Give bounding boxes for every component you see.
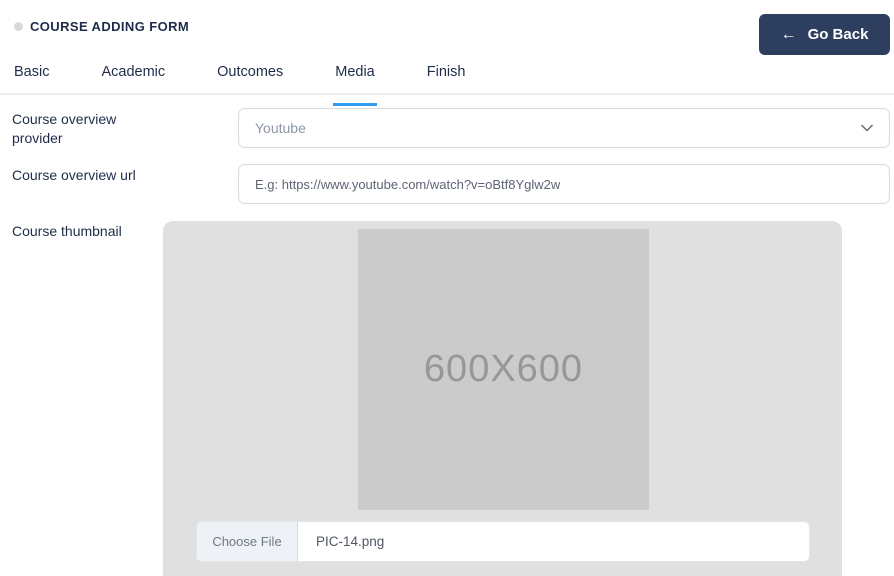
tab-finish[interactable]: Finish — [427, 60, 466, 93]
course-adding-form-page: COURSE ADDING FORM ← Go Back Basic Acade… — [0, 0, 894, 576]
page-title: COURSE ADDING FORM — [30, 19, 189, 34]
left-arrow-icon: ← — [781, 27, 797, 43]
choose-file-button[interactable]: Choose File — [197, 522, 298, 561]
thumbnail-panel: 600X600 Choose File PIC-14.png — [163, 221, 842, 576]
url-field-label: Course overview url — [12, 166, 164, 185]
provider-field-label: Course overview provider — [12, 110, 164, 148]
tab-media[interactable]: Media — [335, 60, 375, 93]
url-input[interactable] — [238, 164, 890, 204]
chevron-down-icon — [861, 124, 873, 132]
thumbnail-field-label: Course thumbnail — [12, 222, 164, 241]
status-dot-icon — [14, 22, 23, 31]
thumbnail-file-input[interactable]: Choose File PIC-14.png — [196, 521, 810, 562]
thumbnail-placeholder-text: 600X600 — [424, 348, 583, 391]
form-tabs: Basic Academic Outcomes Media Finish — [0, 60, 894, 95]
tab-academic[interactable]: Academic — [101, 60, 165, 93]
go-back-label: Go Back — [808, 26, 869, 43]
go-back-button[interactable]: ← Go Back — [759, 14, 890, 55]
selected-file-name: PIC-14.png — [298, 522, 384, 561]
provider-select[interactable]: Youtube — [238, 108, 890, 148]
tab-outcomes[interactable]: Outcomes — [217, 60, 283, 93]
thumbnail-placeholder-image: 600X600 — [358, 229, 649, 510]
tab-basic[interactable]: Basic — [14, 60, 49, 93]
provider-selected-value: Youtube — [255, 120, 306, 136]
